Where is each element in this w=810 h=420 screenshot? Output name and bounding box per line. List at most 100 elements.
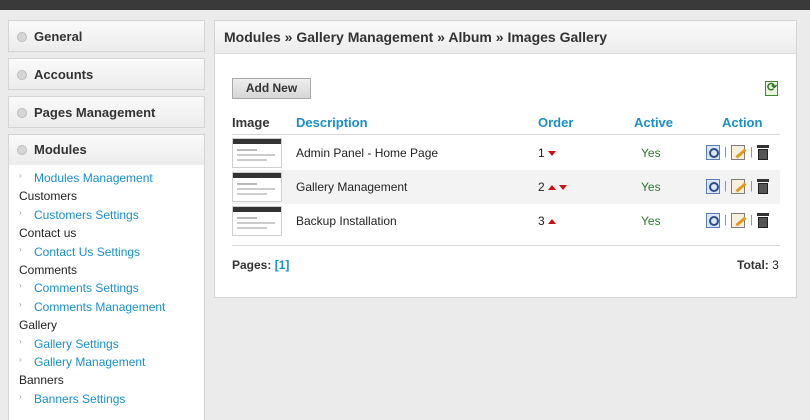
chevron-right-icon: › [19, 207, 22, 217]
sidebar-link[interactable]: › Gallery Management [19, 355, 145, 369]
refresh-icon[interactable] [765, 80, 778, 96]
sidebar-link[interactable]: › Contact Us Settings [19, 245, 140, 259]
row-active-status[interactable]: Yes [641, 180, 661, 194]
delete-icon[interactable] [757, 179, 769, 194]
move-up-icon[interactable] [547, 219, 556, 225]
view-icon[interactable] [706, 213, 720, 228]
total-count: Total: 3 [737, 258, 779, 272]
column-header-active[interactable]: Active [634, 115, 673, 130]
footer-divider [232, 245, 780, 246]
move-down-icon[interactable] [558, 185, 567, 191]
view-icon[interactable] [706, 145, 720, 160]
bullet-icon [17, 32, 27, 42]
row-actions: | | [706, 178, 776, 196]
chevron-right-icon: › [19, 355, 22, 364]
image-thumbnail[interactable] [232, 138, 282, 168]
row-description: Gallery Management [296, 180, 408, 194]
row-actions: | | [706, 144, 776, 162]
row-actions: | | [706, 212, 776, 230]
header-divider [232, 134, 780, 135]
bullet-icon [17, 70, 27, 80]
page-link-1[interactable]: [1] [275, 258, 290, 272]
sidebar: General Accounts Pages Management Module… [8, 20, 205, 420]
add-new-button[interactable]: Add New [232, 78, 311, 99]
sidebar-category-label: Gallery [19, 318, 58, 333]
table-row: Admin Panel - Home Page 1 Yes | | [232, 136, 780, 170]
delete-icon[interactable] [757, 145, 769, 160]
sidebar-section-accounts[interactable]: Accounts [8, 58, 205, 90]
row-order: 2 [538, 180, 567, 194]
column-header-description[interactable]: Description [296, 115, 368, 130]
sidebar-link-label: Contact Us Settings [34, 244, 141, 259]
column-header-image: Image [232, 115, 270, 130]
table-row: Gallery Management 2 Yes | | [232, 170, 780, 204]
chevron-right-icon: › [19, 391, 22, 401]
chevron-right-icon: › [19, 336, 22, 346]
sidebar-category-label: Customers [19, 189, 78, 204]
table-row: Backup Installation 3 Yes | | [232, 204, 780, 238]
order-value: 3 [538, 214, 545, 228]
action-separator: | [750, 180, 753, 192]
sidebar-category-label: Banners [19, 373, 64, 388]
row-active-status[interactable]: Yes [641, 146, 661, 160]
main-header: Modules » Gallery Management » Album » I… [215, 21, 796, 54]
chevron-right-icon: › [19, 281, 22, 291]
edit-icon[interactable] [731, 213, 745, 228]
order-value: 2 [538, 180, 545, 194]
sidebar-link-label: Comments Settings [34, 281, 139, 296]
sidebar-link[interactable]: › Gallery Settings [19, 337, 119, 351]
chevron-right-icon: › [19, 299, 22, 309]
sidebar-link[interactable]: › Comments Management [19, 300, 165, 314]
total-label: Total: [737, 258, 769, 272]
order-value: 1 [538, 146, 545, 160]
row-active-status[interactable]: Yes [641, 214, 661, 228]
sidebar-link[interactable]: › Banners Settings [19, 392, 125, 406]
main-panel: Modules » Gallery Management » Album » I… [214, 20, 797, 298]
chevron-right-icon: › [19, 244, 22, 254]
action-separator: | [724, 146, 727, 158]
chevron-right-icon: › [19, 171, 22, 180]
sidebar-link[interactable]: › Comments Settings [19, 281, 139, 295]
bullet-icon [17, 145, 27, 155]
pages-label: Pages: [232, 258, 272, 272]
sidebar-section-label: General [34, 29, 83, 44]
bullet-icon [17, 108, 27, 118]
action-separator: | [724, 214, 727, 226]
move-up-icon[interactable] [547, 185, 556, 191]
image-thumbnail[interactable] [232, 206, 282, 236]
sidebar-link-label: Gallery Management [34, 355, 146, 369]
move-down-icon[interactable] [547, 151, 556, 157]
sidebar-section-label: Pages Management [34, 105, 156, 120]
sidebar-section-label: Accounts [34, 67, 94, 82]
breadcrumb: Modules » Gallery Management » Album » I… [224, 29, 608, 45]
action-separator: | [750, 214, 753, 226]
sidebar-category-label: Contact us [19, 226, 77, 241]
image-thumbnail[interactable] [232, 172, 282, 202]
pagination: Pages: [1] [232, 258, 289, 272]
total-value: 3 [772, 258, 779, 272]
action-separator: | [750, 146, 753, 158]
edit-icon[interactable] [731, 145, 745, 160]
sidebar-link[interactable]: › Modules Management [19, 171, 153, 185]
sidebar-link-label: Comments Management [34, 299, 166, 314]
sidebar-link-label: Banners Settings [34, 391, 126, 406]
edit-icon[interactable] [731, 179, 745, 194]
view-icon[interactable] [706, 179, 720, 194]
sidebar-link[interactable]: › Customers Settings [19, 208, 139, 222]
top-bar [0, 0, 810, 10]
column-header-order[interactable]: Order [538, 115, 573, 130]
delete-icon[interactable] [757, 213, 769, 228]
sidebar-link-label: Gallery Settings [34, 336, 119, 351]
row-order: 3 [538, 214, 556, 228]
sidebar-section-modules: Modules › Modules Management Customers › Cus… [8, 134, 205, 420]
action-separator: | [724, 180, 727, 192]
sidebar-section-general[interactable]: General [8, 20, 205, 52]
sidebar-link-label: Customers Settings [34, 207, 139, 222]
row-order: 1 [538, 146, 556, 160]
row-description: Admin Panel - Home Page [296, 146, 439, 160]
sidebar-link-label: Modules Management [34, 171, 153, 185]
modules-header[interactable]: Modules [9, 135, 204, 165]
row-description: Backup Installation [296, 214, 397, 228]
column-header-action: Action [722, 115, 763, 130]
sidebar-section-pages-management[interactable]: Pages Management [8, 96, 205, 128]
